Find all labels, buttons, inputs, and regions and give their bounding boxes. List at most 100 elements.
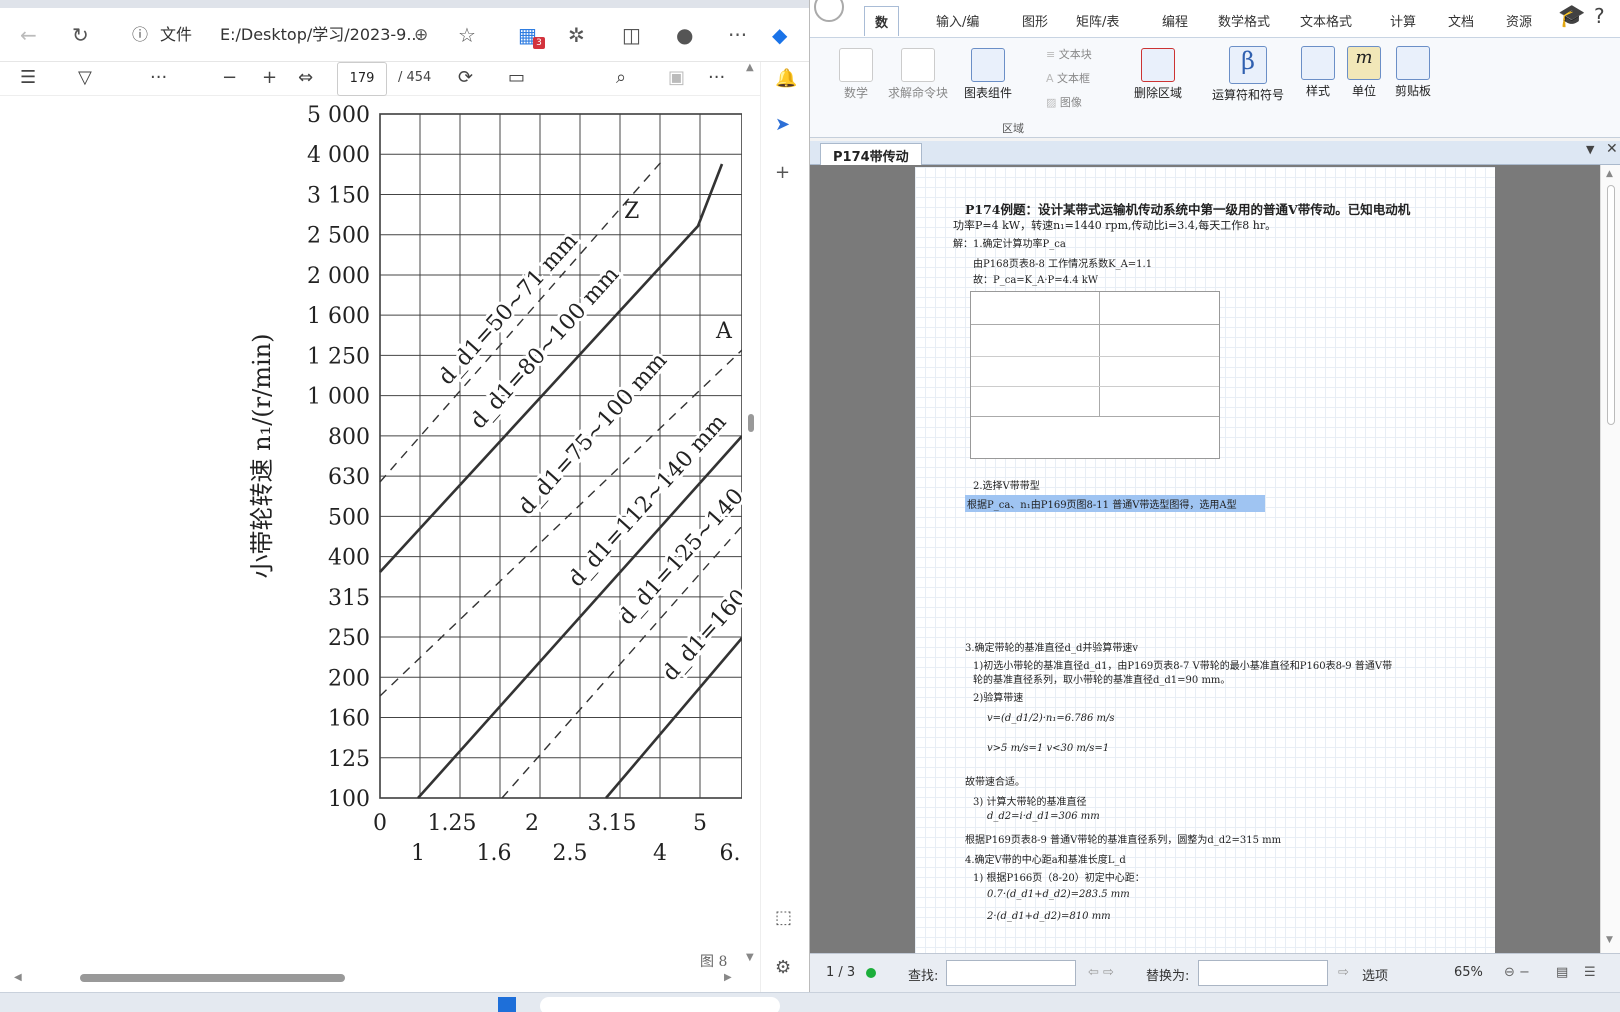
status-bar: 1 / 3 查找: ⇦ ⇨ 替换为: ⇨ 选项 65% ⊖ − ▤ ☰: [810, 953, 1620, 992]
delete-region-button[interactable]: 删除区域: [1130, 48, 1186, 101]
zoom-level[interactable]: 65%: [1454, 965, 1483, 980]
center-max[interactable]: 2·(d_d1+d_d2)=810 mm: [987, 911, 1111, 922]
y-tick-label: 315: [328, 586, 370, 611]
bell-icon[interactable]: 🔔: [775, 68, 797, 89]
zoom-slider-icon[interactable]: ⊖ −: [1504, 965, 1530, 980]
document-tab[interactable]: P174带传动: [820, 143, 922, 167]
app-logo-icon[interactable]: [814, 0, 844, 22]
graduation-cap-icon[interactable]: 🎓: [1558, 4, 1585, 29]
page-view-icon[interactable]: ▭: [508, 67, 525, 89]
unit-button[interactable]: m 单位: [1344, 46, 1384, 99]
x-tick-label-top: 1.25: [428, 811, 477, 836]
info-icon[interactable]: ⓘ: [132, 23, 148, 47]
velocity-ok: 故带速合适。: [965, 777, 1025, 788]
x-tick-label-bottom: 6.: [720, 841, 741, 866]
start-icon[interactable]: [498, 997, 516, 1012]
contents-icon[interactable]: ☰: [20, 67, 36, 89]
replace-icon[interactable]: ⇨: [1338, 965, 1349, 980]
replace-input[interactable]: [1198, 960, 1328, 986]
math-editor-window: 数 输入/编 图形 矩阵/表 编程 数学格式 文本格式 计算 文档 资源 🎓 ?…: [810, 0, 1620, 992]
search-icon[interactable]: ⌕: [616, 67, 626, 89]
more-tools-icon[interactable]: ···: [150, 67, 167, 89]
ribbon-group-label: 区域: [1002, 122, 1024, 135]
image-button[interactable]: ▨ 图像: [1046, 94, 1082, 110]
tab-2[interactable]: 图形: [1022, 11, 1048, 30]
chart-component-button[interactable]: 图表组件: [960, 48, 1016, 101]
center-min[interactable]: 0.7·(d_d1+d_d2)=283.5 mm: [987, 889, 1130, 900]
tab-7[interactable]: 计算: [1390, 11, 1416, 30]
options-dropdown[interactable]: 选项: [1362, 965, 1388, 984]
settings-gear-icon[interactable]: ⚙: [775, 957, 791, 978]
textblock-button[interactable]: ≡ 文本块: [1046, 46, 1092, 62]
find-input[interactable]: [946, 960, 1076, 986]
tab-8[interactable]: 文档: [1448, 11, 1474, 30]
highlight-icon[interactable]: ▽: [78, 67, 92, 89]
page-indicator: 1 / 3: [826, 965, 856, 980]
table-image[interactable]: [970, 291, 1220, 459]
tab-1[interactable]: 输入/编: [936, 11, 979, 30]
velocity-formula[interactable]: v=(d_d1/2)·n₁=6.786 m/s: [987, 713, 1115, 724]
clipboard-button[interactable]: 剪贴板: [1390, 46, 1436, 99]
tab-0[interactable]: 数: [864, 6, 900, 36]
help-icon[interactable]: ?: [1594, 4, 1605, 28]
pdf-vertical-scrollbar[interactable]: ▲ ▼: [740, 62, 760, 970]
velocity-check[interactable]: v>5 m/s=1 v<30 m/s=1: [987, 743, 1109, 754]
x-tick-label-top: 2: [525, 811, 539, 836]
split-screen-icon[interactable]: ◫: [622, 23, 641, 47]
dd2-formula[interactable]: d_d2=i·d_d1=306 mm: [987, 811, 1100, 822]
pdf-more-icon[interactable]: ···: [708, 67, 725, 89]
tab-dropdown-icon[interactable]: ▼: [1586, 143, 1594, 156]
screenshot-icon[interactable]: ⬚: [775, 907, 792, 928]
x-tick-label-bottom: 1.6: [477, 841, 512, 866]
back-icon[interactable]: ←: [20, 23, 37, 47]
save-icon[interactable]: ▣: [668, 67, 685, 89]
math-button[interactable]: 数学: [836, 48, 876, 101]
favorite-star-icon[interactable]: ☆: [458, 23, 476, 47]
draft-view-toggle-icon[interactable]: ☰: [1584, 965, 1596, 980]
fit-width-icon[interactable]: ⇔: [298, 67, 313, 89]
y-tick-label: 2 500: [307, 224, 370, 249]
style-button[interactable]: 样式: [1298, 46, 1338, 99]
page-view-toggle-icon[interactable]: ▤: [1556, 965, 1568, 980]
refresh-icon[interactable]: ↻: [72, 23, 89, 47]
solve-block-button[interactable]: 求解命令块: [886, 48, 950, 101]
find-prev-icon[interactable]: ⇦ ⇨: [1088, 965, 1114, 980]
tab-4[interactable]: 编程: [1162, 11, 1188, 30]
step-2: 2.选择V带带型: [973, 481, 1040, 492]
selected-line[interactable]: 根据P_ca、n₁由P169页图8-11 普通V带选型图得，选用A型: [965, 495, 1265, 512]
tab-5[interactable]: 数学格式: [1218, 11, 1270, 30]
y-tick-label: 160: [328, 707, 370, 732]
add-icon[interactable]: +: [775, 162, 790, 183]
zoom-out-icon[interactable]: −: [222, 67, 237, 89]
step-4-1: 1) 根据P166页（8-20）初定中心距：: [973, 873, 1145, 884]
find-label: 查找:: [908, 969, 939, 984]
step-3-1a: 1)初选小带轮的基准直径d_d1，由P169页表8-7 V带轮的最小基准直径和P…: [973, 661, 1393, 672]
tab-9[interactable]: 资源: [1506, 11, 1532, 30]
profile-icon[interactable]: ●: [676, 23, 693, 47]
replace-label: 替换为:: [1146, 969, 1190, 984]
puzzle-icon[interactable]: ✲: [568, 23, 585, 47]
page-number-input[interactable]: 179: [337, 62, 387, 96]
zoom-icon[interactable]: ⊕: [414, 23, 428, 47]
send-icon[interactable]: ➤: [775, 114, 790, 135]
y-axis-label: 小带轮转速 n₁/(r/min): [248, 334, 276, 579]
tab-6[interactable]: 文本格式: [1300, 11, 1352, 30]
worksheet-page[interactable]: P174例题：设计某带式运输机传动系统中第一级用的普通V带传动。已知电动机 功率…: [915, 167, 1495, 953]
browser-tab-strip[interactable]: [0, 0, 809, 8]
y-tick-label: 1 250: [307, 344, 370, 369]
copilot-icon[interactable]: ◆: [772, 23, 787, 47]
v-belt-selection-chart: 1001251602002503154005006308001 0001 250…: [248, 103, 742, 970]
pdf-horizontal-scrollbar[interactable]: ◀ ▶: [0, 970, 760, 992]
close-tab-icon[interactable]: ✕: [1606, 141, 1618, 157]
worksheet-scrollbar[interactable]: ▲ ▼: [1600, 165, 1620, 953]
worksheet-canvas: P174例题：设计某带式运输机传动系统中第一级用的普通V带传动。已知电动机 功率…: [810, 165, 1600, 953]
textbox-button[interactable]: A 文本框: [1046, 70, 1090, 86]
operators-symbols-button[interactable]: β 运算符和符号: [1206, 46, 1290, 103]
zoom-in-icon[interactable]: +: [262, 67, 277, 89]
rotate-icon[interactable]: ⟳: [458, 67, 473, 89]
extension-badge: 3: [533, 37, 545, 49]
address-field[interactable]: E:/Desktop/学习/2023-9...: [220, 23, 422, 47]
tab-3[interactable]: 矩阵/表: [1076, 11, 1119, 30]
more-menu-icon[interactable]: ···: [728, 23, 747, 47]
taskbar-search[interactable]: [540, 997, 780, 1012]
